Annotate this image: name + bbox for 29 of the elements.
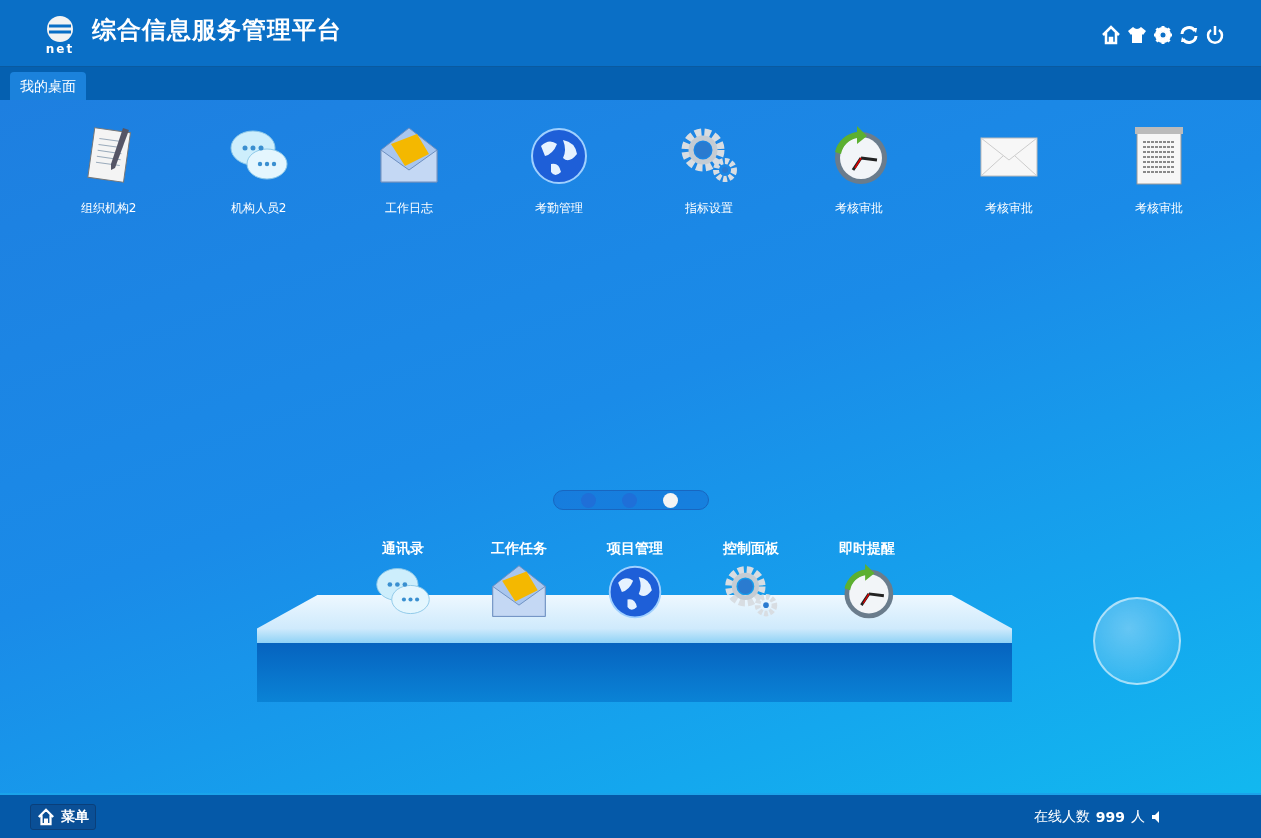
icon-label[interactable]: 考核审批 (834, 200, 883, 217)
refresh-icon[interactable] (1179, 25, 1199, 45)
dock-label[interactable]: 控制面板 (722, 540, 779, 558)
online-count: 999 (1095, 808, 1125, 825)
home-icon[interactable] (1101, 25, 1121, 45)
dock-label[interactable]: 项目管理 (606, 540, 663, 558)
icon-label[interactable]: 指标设置 (684, 200, 733, 217)
page-dot[interactable] (662, 492, 678, 508)
menu-button[interactable]: 菜单 (30, 803, 96, 830)
online-label: 在线人数 (1033, 807, 1090, 826)
dock-label[interactable]: 即时提醒 (838, 540, 895, 558)
shirt-icon[interactable] (1127, 25, 1147, 45)
dock-label[interactable]: 通讯录 (381, 540, 424, 558)
icon-label[interactable]: 考勤管理 (534, 200, 583, 217)
settings-icon[interactable] (1153, 25, 1173, 45)
icon-label[interactable]: 考核审批 (1134, 200, 1183, 217)
page-dot[interactable] (621, 492, 637, 508)
icon-label[interactable]: 工作日志 (384, 200, 433, 217)
app-title: 综合信息服务管理平台 (92, 15, 342, 46)
logo-text: net (45, 42, 75, 56)
icon-label[interactable]: 组织机构2 (80, 200, 137, 217)
home-icon (37, 807, 55, 826)
icon-label[interactable]: 考核审批 (984, 200, 1033, 217)
online-unit: 人 (1131, 807, 1145, 826)
power-icon[interactable] (1205, 25, 1225, 45)
tab[interactable]: 我的桌面 (10, 72, 86, 100)
dock-label[interactable]: 工作任务 (490, 540, 547, 558)
page-dot[interactable] (580, 492, 596, 508)
icon-label[interactable]: 机构人员2 (230, 200, 287, 217)
